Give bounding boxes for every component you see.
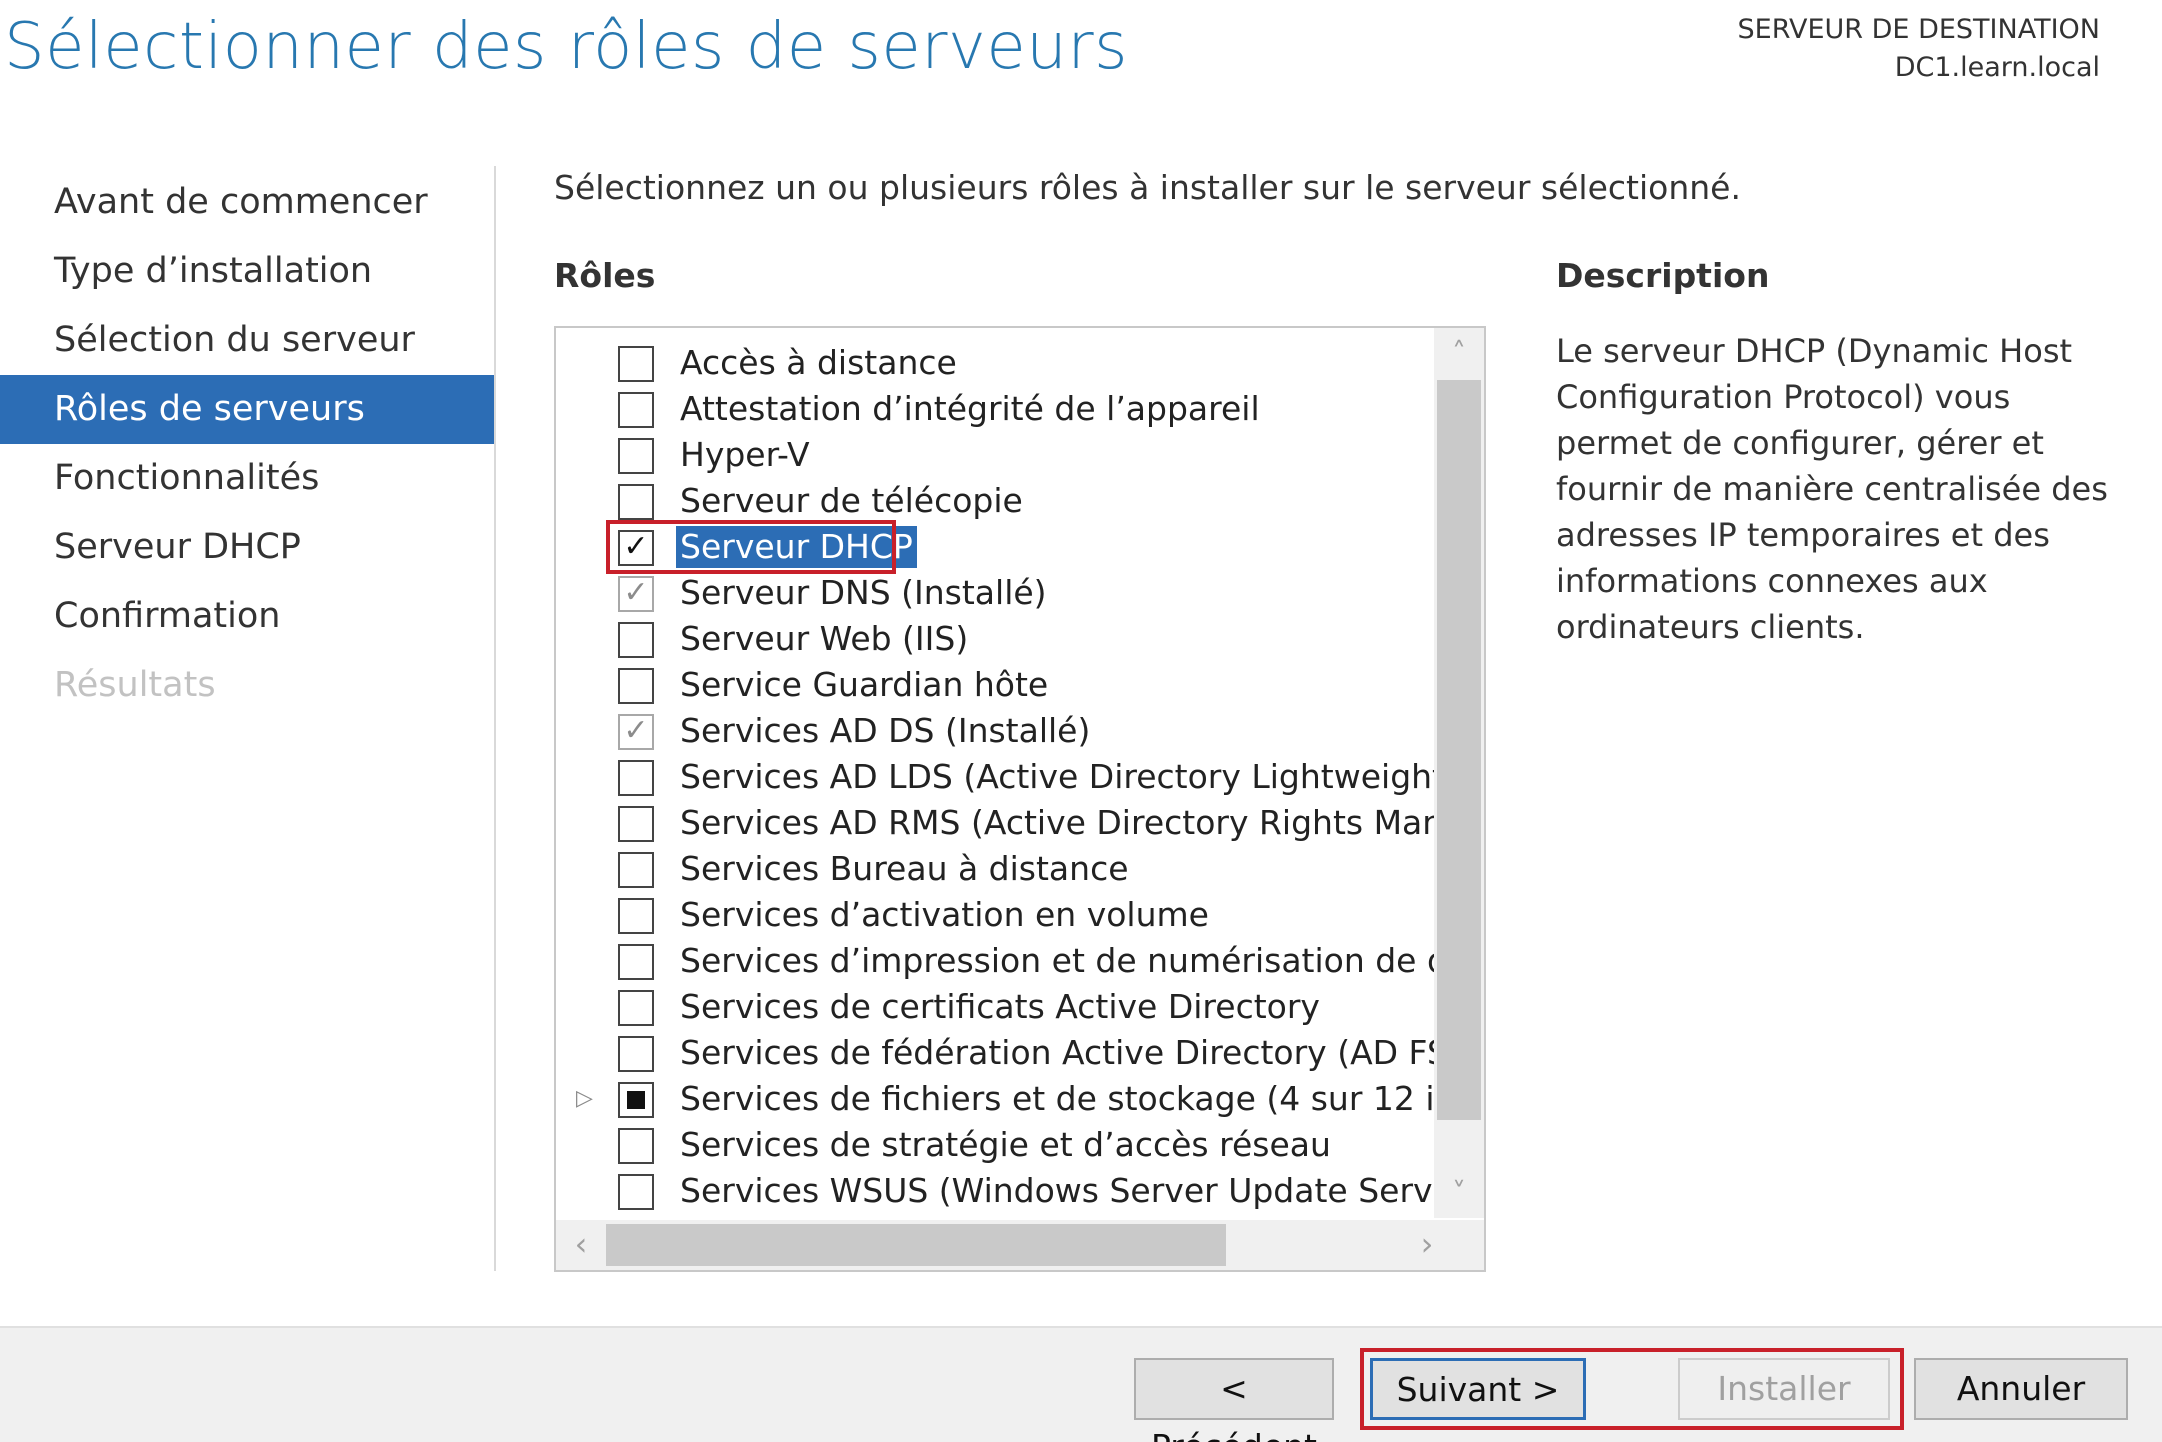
nav-item-2[interactable]: Sélection du serveur bbox=[0, 306, 494, 375]
role-checkbox[interactable] bbox=[618, 760, 654, 796]
role-checkbox[interactable] bbox=[618, 484, 654, 520]
role-checkbox[interactable] bbox=[618, 944, 654, 980]
role-row[interactable]: Attestation d’intégrité de l’appareil bbox=[556, 386, 1434, 432]
destination-server: DC1.learn.local bbox=[1894, 52, 2100, 83]
previous-button[interactable]: < Précédent bbox=[1134, 1358, 1334, 1442]
role-row[interactable]: ✓ Serveur DNS (Installé) bbox=[556, 570, 1434, 616]
scroll-right-icon[interactable]: › bbox=[1402, 1220, 1452, 1270]
role-row[interactable]: Services de stratégie et d’accès réseau bbox=[556, 1122, 1434, 1168]
scroll-left-icon[interactable]: ‹ bbox=[556, 1220, 606, 1270]
checkmark-icon: ✓ bbox=[623, 713, 649, 748]
checkmark-icon: ✓ bbox=[623, 529, 649, 564]
role-row[interactable]: Services de fédération Active Directory … bbox=[556, 1030, 1434, 1076]
role-label[interactable]: Services d’activation en volume bbox=[676, 894, 1213, 936]
role-row[interactable]: Services WSUS (Windows Server Update Ser… bbox=[556, 1168, 1434, 1214]
description-heading: Description bbox=[1556, 256, 1770, 295]
description-text: Le serveur DHCP (Dynamic Host Configurat… bbox=[1556, 332, 2108, 646]
role-label[interactable]: Services AD LDS (Active Directory Lightw… bbox=[676, 756, 1434, 798]
role-label[interactable]: Serveur DHCP bbox=[676, 526, 917, 568]
install-button: Installer bbox=[1678, 1358, 1890, 1420]
role-row[interactable]: Serveur de télécopie bbox=[556, 478, 1434, 524]
role-checkbox[interactable] bbox=[618, 990, 654, 1026]
next-button[interactable]: Suivant > bbox=[1370, 1358, 1586, 1420]
nav-item-7: Résultats bbox=[54, 665, 216, 705]
role-checkbox[interactable] bbox=[618, 1128, 654, 1164]
nav-item-6[interactable]: Confirmation bbox=[0, 582, 494, 651]
nav-item-3[interactable]: Rôles de serveurs bbox=[0, 375, 494, 444]
role-label[interactable]: Services AD DS (Installé) bbox=[676, 710, 1094, 752]
role-label[interactable]: Services AD RMS (Active Directory Rights… bbox=[676, 802, 1434, 844]
role-row[interactable]: Services AD LDS (Active Directory Lightw… bbox=[556, 754, 1434, 800]
instruction-text: Sélectionnez un ou plusieurs rôles à ins… bbox=[554, 168, 1741, 207]
role-checkbox[interactable] bbox=[618, 806, 654, 842]
role-label[interactable]: Services Bureau à distance bbox=[676, 848, 1133, 890]
role-label[interactable]: Serveur DNS (Installé) bbox=[676, 572, 1051, 614]
role-row[interactable]: Serveur Web (IIS) bbox=[556, 616, 1434, 662]
vertical-scrollbar[interactable]: ˄ ˅ bbox=[1434, 328, 1484, 1218]
role-label[interactable]: Services d’impression et de numérisation… bbox=[676, 940, 1434, 982]
horizontal-scrollbar[interactable]: ‹ › bbox=[556, 1220, 1484, 1270]
roles-listbox[interactable]: Accès à distance Attestation d’intégrité … bbox=[554, 326, 1486, 1272]
destination-label: SERVEUR DE DESTINATION bbox=[1737, 14, 2100, 45]
wizard-navigation: Avant de commencer Type d’installation Sél… bbox=[0, 168, 494, 720]
scroll-up-icon[interactable]: ˄ bbox=[1434, 328, 1484, 378]
nav-item-4[interactable]: Fonctionnalités bbox=[0, 444, 494, 513]
horizontal-scroll-thumb[interactable] bbox=[606, 1224, 1226, 1266]
nav-divider bbox=[494, 166, 496, 1271]
role-row[interactable]: ✓ Serveur DHCP bbox=[556, 520, 1434, 574]
role-checkbox[interactable] bbox=[618, 1082, 654, 1118]
roles-heading: Rôles bbox=[554, 256, 656, 295]
nav-item-5[interactable]: Serveur DHCP bbox=[0, 513, 494, 582]
role-label[interactable]: Services WSUS (Windows Server Update Ser… bbox=[676, 1170, 1434, 1212]
role-row[interactable]: Services d’impression et de numérisation… bbox=[556, 938, 1434, 984]
role-label[interactable]: Hyper-V bbox=[676, 434, 814, 476]
scroll-down-icon[interactable]: ˅ bbox=[1434, 1168, 1484, 1218]
role-checkbox: ✓ bbox=[618, 714, 654, 750]
role-label[interactable]: Services de stratégie et d’accès réseau bbox=[676, 1124, 1335, 1166]
role-row[interactable]: Services Bureau à distance bbox=[556, 846, 1434, 892]
role-checkbox[interactable] bbox=[618, 668, 654, 704]
role-label[interactable]: Attestation d’intégrité de l’appareil bbox=[676, 388, 1264, 430]
role-row[interactable]: Service Guardian hôte bbox=[556, 662, 1434, 708]
role-label[interactable]: Service Guardian hôte bbox=[676, 664, 1052, 706]
role-row[interactable]: ▷ Services de fichiers et de stockage (4 … bbox=[556, 1076, 1434, 1122]
nav-item-1[interactable]: Type d’installation bbox=[0, 237, 494, 306]
role-checkbox[interactable]: ✓ bbox=[618, 530, 654, 566]
role-checkbox[interactable] bbox=[618, 438, 654, 474]
role-row[interactable]: Hyper-V bbox=[556, 432, 1434, 478]
role-checkbox[interactable] bbox=[618, 1036, 654, 1072]
role-label[interactable]: Accès à distance bbox=[676, 342, 961, 384]
role-row[interactable]: Services d’activation en volume bbox=[556, 892, 1434, 938]
nav-item-0[interactable]: Avant de commencer bbox=[0, 168, 494, 237]
page-title: Sélectionner des rôles de serveurs bbox=[4, 10, 1128, 84]
role-row[interactable]: Services de certificats Active Directory bbox=[556, 984, 1434, 1030]
role-checkbox[interactable] bbox=[618, 1174, 654, 1210]
role-label[interactable]: Services de fichiers et de stockage (4 s… bbox=[676, 1078, 1434, 1120]
role-row[interactable]: Services AD RMS (Active Directory Rights… bbox=[556, 800, 1434, 846]
role-checkbox[interactable] bbox=[618, 852, 654, 888]
role-label[interactable]: Serveur Web (IIS) bbox=[676, 618, 972, 660]
role-row[interactable]: ✓ Services AD DS (Installé) bbox=[556, 708, 1434, 754]
expand-icon[interactable]: ▷ bbox=[576, 1085, 600, 1113]
role-label[interactable]: Services de certificats Active Directory bbox=[676, 986, 1324, 1028]
role-row[interactable]: Accès à distance bbox=[556, 340, 1434, 386]
role-checkbox[interactable] bbox=[618, 392, 654, 428]
role-checkbox[interactable] bbox=[618, 622, 654, 658]
role-label[interactable]: Serveur de télécopie bbox=[676, 480, 1027, 522]
role-checkbox[interactable] bbox=[618, 346, 654, 382]
vertical-scroll-thumb[interactable] bbox=[1437, 380, 1481, 1120]
role-label[interactable]: Services de fédération Active Directory … bbox=[676, 1032, 1434, 1074]
roles-list: Accès à distance Attestation d’intégrité … bbox=[556, 340, 1434, 1220]
role-checkbox: ✓ bbox=[618, 576, 654, 612]
role-checkbox[interactable] bbox=[618, 898, 654, 934]
cancel-button[interactable]: Annuler bbox=[1914, 1358, 2128, 1420]
checkmark-icon: ✓ bbox=[623, 575, 649, 610]
